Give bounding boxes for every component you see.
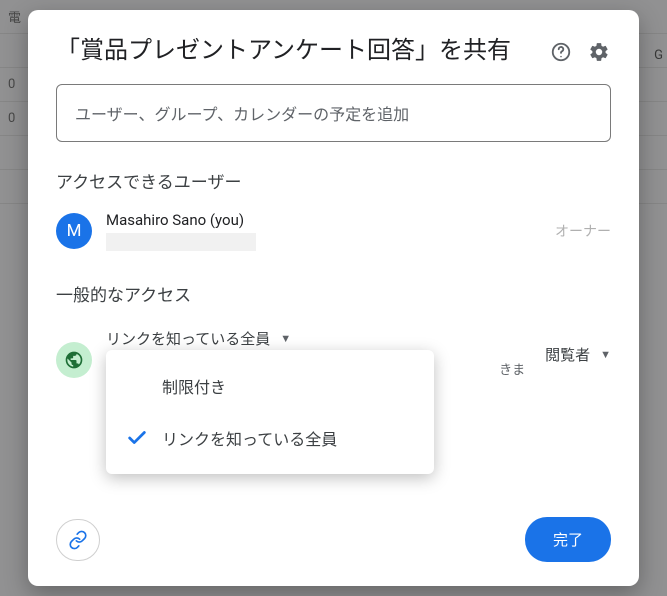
check-icon [126,427,162,449]
dialog-footer: 完了 [56,497,611,562]
general-access-row: リンクを知っている全員 ▼ きま 制限付き リンクを知っている全員 [56,324,611,378]
copy-link-button[interactable] [56,519,100,561]
chevron-down-icon: ▼ [280,332,291,345]
person-info: Masahiro Sano (you) [106,211,555,251]
gear-icon[interactable] [587,40,611,64]
owner-label: オーナー [555,221,611,241]
share-dialog: 「賞品プレゼントアンケート回答」を共有 ユーザー、グループ、カレンダーの予定を追… [28,10,639,586]
role-dropdown[interactable]: 閲覧者 ▼ [545,344,611,365]
add-people-input[interactable]: ユーザー、グループ、カレンダーの予定を追加 [56,84,611,142]
menu-item-anyone-link[interactable]: リンクを知っている全員 [106,412,434,464]
person-row: M Masahiro Sano (you) オーナー [56,211,611,251]
globe-icon [56,342,92,378]
access-level-dropdown[interactable]: リンクを知っている全員 ▼ [106,324,545,353]
person-name: Masahiro Sano (you) [106,211,555,229]
role-label: 閲覧者 [545,344,590,365]
chevron-down-icon: ▼ [600,348,611,361]
person-email-redacted [106,233,256,251]
avatar: M [56,213,92,249]
dialog-title: 「賞品プレゼントアンケート回答」を共有 [56,34,549,66]
header-icons [549,34,611,64]
menu-item-label: リンクを知っている全員 [162,426,337,450]
menu-item-restricted[interactable]: 制限付き [106,360,434,412]
done-button[interactable]: 完了 [525,517,611,562]
access-level-menu: 制限付き リンクを知っている全員 [106,350,434,474]
help-icon[interactable] [549,40,573,64]
access-level-label: リンクを知っている全員 [106,328,270,349]
access-main: リンクを知っている全員 ▼ きま 制限付き リンクを知っている全員 [106,324,545,378]
access-users-title: アクセスできるユーザー [56,168,611,193]
menu-item-label: 制限付き [162,374,226,398]
general-access-title: 一般的なアクセス [56,281,611,306]
dialog-header: 「賞品プレゼントアンケート回答」を共有 [56,34,611,66]
